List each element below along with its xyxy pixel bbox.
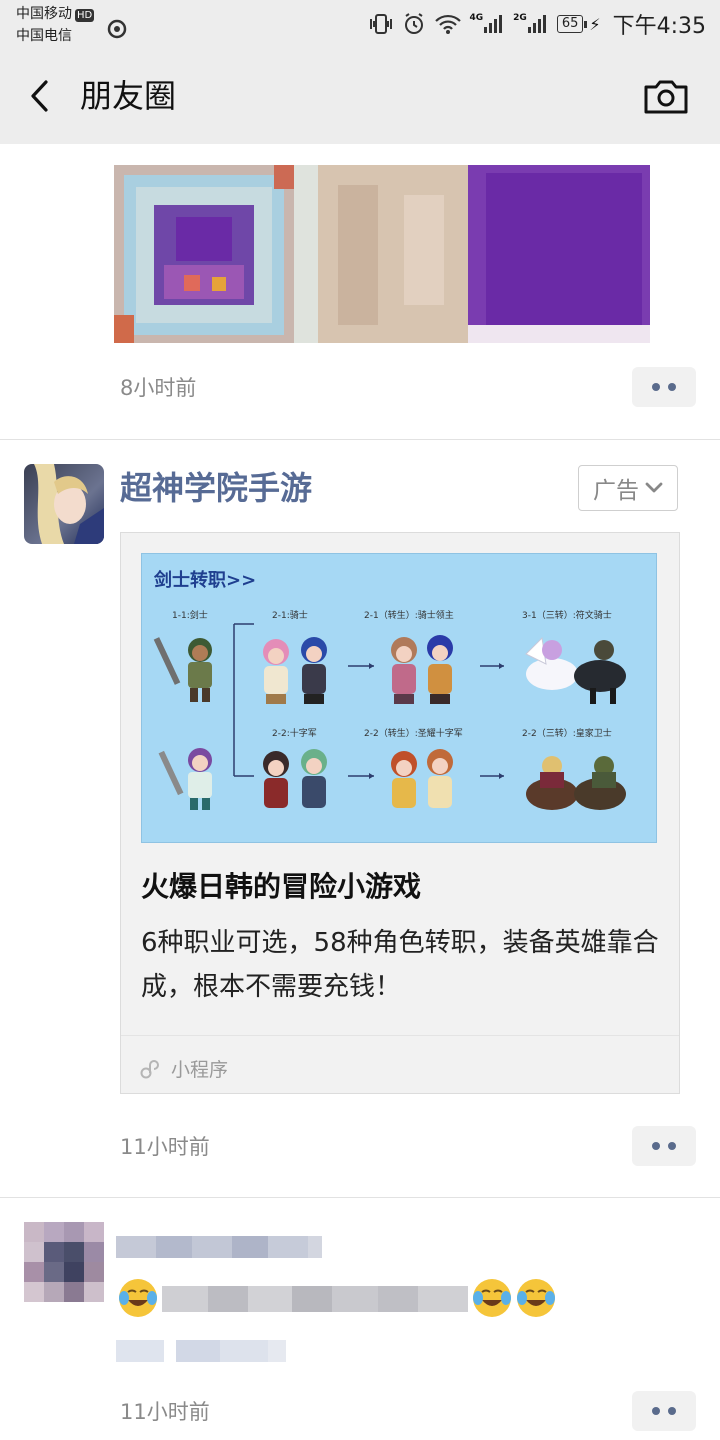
signal-2g: 2G: [513, 13, 549, 35]
camera-icon[interactable]: [642, 76, 690, 116]
sprite-knight-lord: [391, 635, 453, 704]
graphic-label: 2-2（三转）:皇家卫士: [522, 727, 612, 739]
ad-tag-dropdown[interactable]: 广告: [578, 465, 678, 511]
avatar-blurred[interactable]: [24, 1222, 104, 1302]
vibrate-icon: [369, 14, 392, 34]
page-title: 朋友圈: [80, 77, 177, 115]
author-name[interactable]: 超神学院手游: [120, 466, 312, 510]
sprite-royal-guard: [526, 756, 626, 810]
ad-description: 6种职业可选，58种角色转职，装备英雄靠合成，根本不需要充钱！: [141, 928, 659, 1002]
chevron-down-icon: [645, 482, 663, 493]
more-dot: [652, 383, 660, 391]
ad-label: 广告: [593, 478, 639, 504]
sprite-knight-2-1: [263, 637, 327, 704]
avatar-image: [24, 464, 104, 544]
link-icon: [140, 1059, 159, 1078]
graphic-label: 1-1:剑士: [172, 609, 208, 621]
graphic-label: 2-1:骑士: [272, 609, 308, 621]
card-divider: [121, 1035, 679, 1036]
status-bar: 中国移动 HD 中国电信 4G 2G 65 ⚡ 下午4:35: [0, 0, 720, 48]
graphic-label: 2-2:十字军: [272, 727, 317, 739]
post-time: 11小时前: [120, 1135, 210, 1159]
post-divider: [0, 439, 720, 440]
signal-4g: 4G: [470, 13, 506, 35]
battery-level: 65: [556, 15, 584, 33]
more-button[interactable]: [632, 367, 696, 407]
signal-bars-icon: [484, 15, 503, 33]
post-time: 8小时前: [120, 376, 197, 400]
sprite-sword-1-1-b: [158, 748, 212, 810]
laugh-cry-emoji-icon: [473, 1279, 511, 1317]
carrier-name-1: 中国移动: [16, 6, 72, 22]
more-button[interactable]: [632, 1126, 696, 1166]
carrier-secondary: 中国电信: [16, 19, 127, 44]
sprite-holy-crusader: [391, 749, 453, 808]
signal-swirl-icon: [107, 19, 127, 39]
clock: 下午4:35: [612, 14, 706, 39]
graphic-label: 3-1（三转）:符文骑士: [522, 609, 612, 621]
more-dot: [652, 1142, 660, 1150]
ad-card[interactable]: 剑士转职>> 1-1:剑士 2-1:骑士 2-1（转生）:骑士领主 3-1（三转…: [120, 532, 680, 1094]
carrier-name-2: 中国电信: [16, 28, 72, 44]
sprite-rune-knight: [525, 636, 626, 704]
more-button[interactable]: [632, 1391, 696, 1431]
net-label-2: 2G: [513, 13, 527, 23]
ad-card-image: 剑士转职>> 1-1:剑士 2-1:骑士 2-1（转生）:骑士领主 3-1（三转…: [141, 553, 657, 843]
post-image-blurred[interactable]: [114, 165, 650, 343]
post-text-blurred: [162, 1286, 468, 1312]
class-tree-graphic: 剑士转职>> 1-1:剑士 2-1:骑士 2-1（转生）:骑士领主 3-1（三转…: [153, 569, 626, 810]
mosaic-image: [114, 165, 650, 343]
sprite-crusader: [263, 749, 327, 808]
laugh-cry-emoji-icon: [517, 1279, 555, 1317]
battery-icon: 65 ⚡: [556, 15, 601, 34]
nav-bar: 朋友圈: [0, 48, 720, 144]
post-divider: [0, 1197, 720, 1198]
back-chevron-icon[interactable]: [22, 76, 62, 116]
avatar[interactable]: [24, 464, 104, 544]
more-dot: [668, 383, 676, 391]
mini-program-tag: 小程序: [139, 1055, 228, 1082]
signal-bars-icon-2: [527, 15, 546, 33]
mini-program-label: 小程序: [171, 1059, 229, 1081]
blurred-location: [116, 1340, 286, 1362]
graphic-heading: 剑士转职>>: [153, 569, 256, 591]
status-icons: 4G 2G 65 ⚡ 下午4:35: [368, 8, 706, 40]
more-dot: [668, 1142, 676, 1150]
ad-title: 火爆日韩的冒险小游戏: [141, 870, 422, 903]
carrier-primary: 中国移动 HD: [16, 6, 95, 22]
graphic-label: 2-1（转生）:骑士领主: [364, 609, 454, 621]
graphic-label: 2-2（转生）:圣耀十字军: [364, 727, 463, 739]
post-time: 11小时前: [120, 1400, 210, 1424]
more-dot: [652, 1407, 660, 1415]
laugh-cry-emoji-icon: [119, 1279, 157, 1317]
more-dot: [668, 1407, 676, 1415]
wifi-icon: [434, 14, 461, 34]
author-name-blurred[interactable]: [116, 1232, 330, 1262]
net-label-1: 4G: [469, 13, 484, 23]
hd-badge: HD: [75, 9, 95, 22]
sprite-sword-1-1: [153, 637, 212, 702]
alarm-icon: [404, 13, 423, 34]
